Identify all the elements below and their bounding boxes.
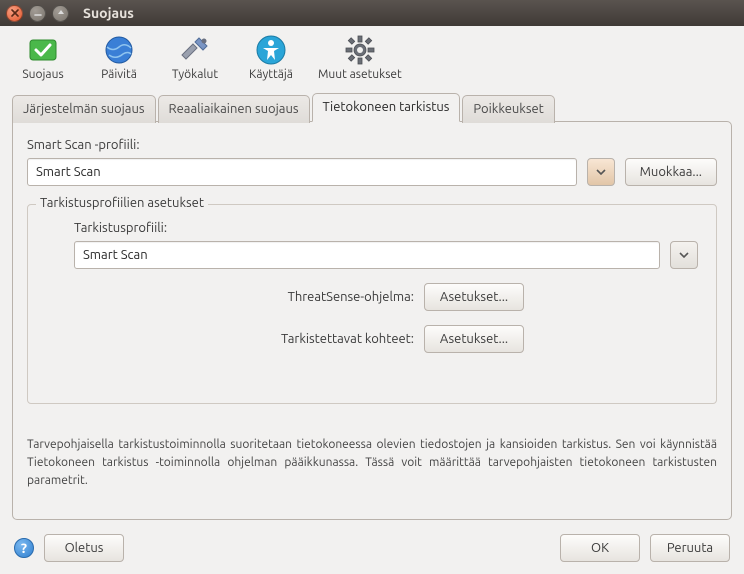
toolbar-item-user[interactable]: Käyttäjä — [242, 34, 300, 81]
toolbar-label: Muut asetukset — [318, 68, 402, 81]
toolbar-label: Työkalut — [172, 68, 218, 81]
toolbar-item-tools[interactable]: Työkalut — [166, 34, 224, 81]
profile-label: Smart Scan -profiili: — [27, 138, 717, 152]
ok-button[interactable]: OK — [560, 534, 640, 562]
toolbar-label: Päivitä — [101, 68, 137, 81]
profile-settings-fieldset: Tarkistusprofiilien asetukset Tarkistusp… — [27, 204, 717, 404]
shield-check-icon — [27, 34, 59, 66]
close-icon[interactable] — [6, 5, 23, 22]
inner-profile-combo-value: Smart Scan — [83, 248, 148, 262]
profile-combo-value: Smart Scan — [36, 165, 101, 179]
chevron-down-icon — [596, 169, 606, 175]
maximize-icon[interactable] — [52, 5, 69, 22]
toolbar-item-protection[interactable]: Suojaus — [14, 34, 72, 81]
inner-profile-label: Tarkistusprofiili: — [74, 221, 698, 235]
threatsense-settings-button[interactable]: Asetukset... — [424, 283, 524, 311]
inner-profile-combo-arrow[interactable] — [670, 241, 698, 269]
toolbar: Suojaus Päivitä Työkalut — [0, 26, 744, 87]
description-text: Tarvepohjaisella tarkistustoiminnolla su… — [27, 436, 717, 490]
tab-exclusions[interactable]: Poikkeukset — [462, 95, 554, 123]
toolbar-label: Suojaus — [22, 68, 63, 81]
footer: ? Oletus OK Peruuta — [0, 526, 744, 574]
threatsense-label: ThreatSense-ohjelma: — [74, 290, 414, 304]
inner-profile-combo[interactable]: Smart Scan — [74, 241, 660, 269]
profile-combo[interactable]: Smart Scan — [27, 158, 577, 186]
tabbar: Järjestelmän suojaus Reaaliaikainen suoj… — [12, 93, 732, 122]
toolbar-label: Käyttäjä — [249, 68, 293, 81]
tools-icon — [179, 34, 211, 66]
globe-icon — [103, 34, 135, 66]
minimize-icon[interactable] — [29, 5, 46, 22]
toolbar-item-other[interactable]: Muut asetukset — [318, 34, 402, 81]
cancel-button[interactable]: Peruuta — [650, 534, 730, 562]
toolbar-item-update[interactable]: Päivitä — [90, 34, 148, 81]
tab-panel: Smart Scan -profiili: Smart Scan Muokkaa… — [12, 121, 732, 520]
fieldset-legend: Tarkistusprofiilien asetukset — [36, 196, 208, 210]
help-icon[interactable]: ? — [14, 538, 34, 558]
titlebar: Suojaus — [0, 0, 744, 26]
default-button[interactable]: Oletus — [44, 534, 124, 562]
scan-targets-label: Tarkistettavat kohteet: — [74, 332, 414, 346]
edit-profile-button[interactable]: Muokkaa... — [625, 158, 717, 186]
gear-icon — [344, 34, 376, 66]
chevron-down-icon — [679, 252, 689, 258]
tab-system-protection[interactable]: Järjestelmän suojaus — [12, 95, 156, 123]
tab-realtime-protection[interactable]: Reaaliaikainen suojaus — [158, 95, 310, 123]
accessibility-icon — [255, 34, 287, 66]
scan-targets-settings-button[interactable]: Asetukset... — [424, 325, 524, 353]
tab-computer-scan[interactable]: Tietokoneen tarkistus — [312, 93, 461, 122]
window-title: Suojaus — [83, 5, 134, 21]
profile-combo-arrow[interactable] — [587, 158, 615, 186]
